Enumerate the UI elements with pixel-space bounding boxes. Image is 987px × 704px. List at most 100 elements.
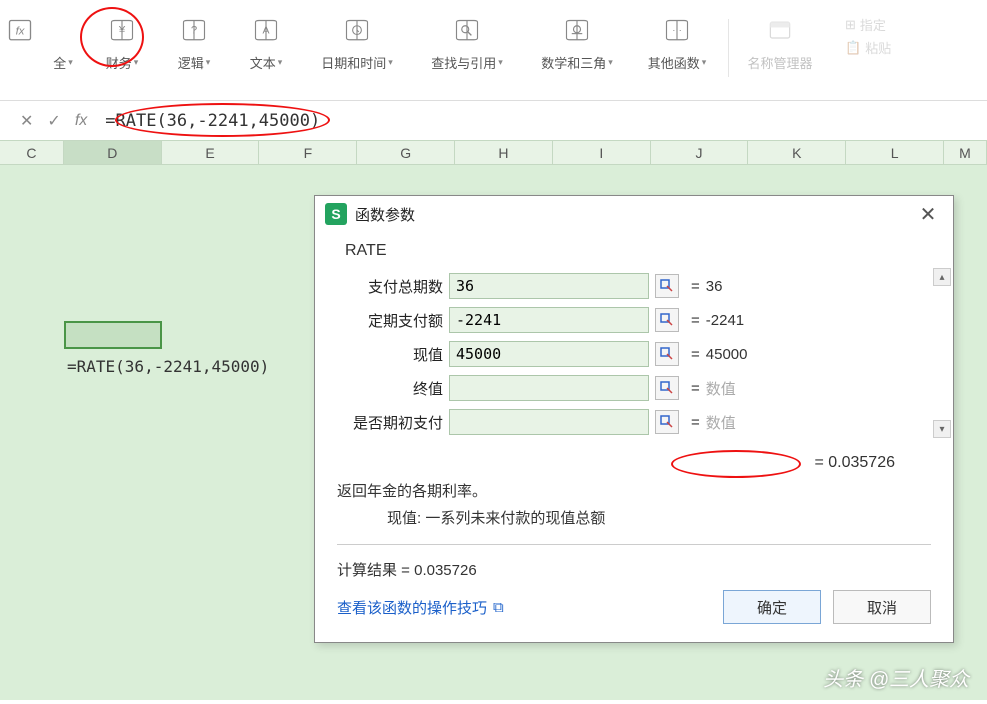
dialog-title-bar[interactable]: S 函数参数 ✕ — [315, 196, 953, 232]
col-header[interactable]: E — [162, 141, 260, 164]
equals-sign: = — [691, 278, 700, 295]
app-icon: S — [325, 203, 347, 225]
external-icon: ⧉ — [493, 599, 504, 616]
col-header[interactable]: I — [553, 141, 651, 164]
datetime-functions-button[interactable]: 日期和时间▾ — [302, 15, 412, 72]
watermark: 头条 @三人聚众 — [823, 663, 969, 692]
chevron-down-icon: ▾ — [134, 57, 139, 68]
close-icon[interactable]: ✕ — [913, 199, 943, 229]
svg-text:?: ? — [191, 25, 197, 37]
finance-label: 财务 — [106, 53, 132, 72]
svg-text:fx: fx — [16, 26, 26, 38]
chevron-down-icon: ▾ — [68, 57, 73, 68]
equals-sign: = — [691, 380, 700, 397]
svg-text:···: ··· — [672, 25, 682, 36]
fx-icon[interactable]: fx — [75, 112, 87, 130]
help-link[interactable]: 查看该函数的操作技巧 ⧉ — [337, 597, 504, 618]
range-select-button[interactable] — [655, 274, 679, 298]
all-label: 全 — [53, 53, 66, 72]
equals-sign: = — [691, 312, 700, 329]
range-select-button[interactable] — [655, 410, 679, 434]
param-label-fv: 终值 — [337, 378, 449, 399]
ribbon-right-group: ⊞指定 📋粘贴 — [845, 15, 891, 57]
param-description: 现值: 一系列未来付款的现值总额 — [337, 507, 931, 538]
other-label: 其他函数 — [648, 53, 700, 72]
specify-button: ⊞指定 — [845, 15, 891, 34]
calculation-result: 计算结果 = 0.035726 — [337, 555, 931, 590]
logic-functions-button[interactable]: ? 逻辑▾ — [158, 15, 230, 72]
col-header[interactable]: H — [455, 141, 553, 164]
clipboard-icon: 📋 — [845, 40, 861, 56]
ok-button[interactable]: 确定 — [723, 590, 821, 624]
dialog-separator — [337, 544, 931, 545]
param-label-nper: 支付总期数 — [337, 276, 449, 297]
text-functions-button[interactable]: A 文本▾ — [230, 15, 302, 72]
formula-bar: ✕ ✓ fx =RATE(36,-2241,45000) — [0, 100, 987, 140]
param-input-nper[interactable] — [449, 273, 649, 299]
insert-function-button[interactable]: fx — [0, 15, 40, 47]
all-functions-button[interactable]: 全▾ — [40, 15, 86, 72]
finance-functions-button[interactable]: ¥ 财务▾ — [86, 15, 158, 72]
col-header[interactable]: M — [944, 141, 987, 164]
ribbon-divider — [728, 19, 729, 77]
chevron-down-icon: ▾ — [498, 57, 503, 68]
col-header[interactable]: G — [357, 141, 455, 164]
name-manager-label: 名称管理器 — [747, 53, 812, 72]
equals-sign: = — [691, 414, 700, 431]
param-input-pv[interactable] — [449, 341, 649, 367]
scroll-up-icon[interactable]: ▴ — [933, 268, 951, 286]
param-eval-fv: 数值 — [706, 378, 736, 399]
param-input-pmt[interactable] — [449, 307, 649, 333]
result-preview: = 0.035726 — [337, 440, 931, 478]
param-eval-pmt: -2241 — [706, 312, 744, 329]
formula-input[interactable]: =RATE(36,-2241,45000) — [97, 106, 977, 136]
math-label: 数学和三角 — [541, 53, 606, 72]
param-eval-nper: 36 — [706, 278, 723, 295]
param-label-pmt: 定期支付额 — [337, 310, 449, 331]
table-icon: ⊞ — [845, 17, 856, 33]
lookup-label: 查找与引用 — [431, 53, 496, 72]
param-input-fv[interactable] — [449, 375, 649, 401]
column-headers: C D E F G H I J K L M — [0, 141, 987, 165]
col-header[interactable]: C — [0, 141, 64, 164]
chevron-down-icon: ▾ — [388, 57, 393, 68]
lookup-functions-button[interactable]: 查找与引用▾ — [412, 15, 522, 72]
math-functions-button[interactable]: 数学和三角▾ — [522, 15, 632, 72]
chevron-down-icon: ▾ — [608, 57, 613, 68]
col-header[interactable]: D — [64, 141, 162, 164]
param-label-type: 是否期初支付 — [337, 412, 449, 433]
chevron-down-icon: ▾ — [702, 57, 707, 68]
paste-button: 📋粘贴 — [845, 38, 891, 57]
yen-icon: ¥ — [118, 25, 126, 37]
cancel-formula-icon[interactable]: ✕ — [20, 111, 33, 131]
text-label: 文本 — [250, 53, 276, 72]
chevron-down-icon: ▾ — [206, 57, 211, 68]
range-select-button[interactable] — [655, 308, 679, 332]
function-arguments-dialog: S 函数参数 ✕ RATE ▴ ▾ 支付总期数 = 36 定期支付额 = -22… — [314, 195, 954, 643]
scroll-down-icon[interactable]: ▾ — [933, 420, 951, 438]
accept-formula-icon[interactable]: ✓ — [47, 111, 60, 131]
col-header[interactable]: K — [748, 141, 846, 164]
name-manager-button: 名称管理器 — [735, 15, 825, 72]
cell-formula-echo: =RATE(36,-2241,45000) — [67, 357, 269, 376]
param-input-type[interactable] — [449, 409, 649, 435]
datetime-label: 日期和时间 — [321, 53, 386, 72]
function-description: 返回年金的各期利率。 — [337, 478, 931, 507]
range-select-button[interactable] — [655, 342, 679, 366]
highlight-ellipse-result — [671, 450, 801, 478]
range-select-button[interactable] — [655, 376, 679, 400]
dialog-title: 函数参数 — [355, 204, 913, 225]
param-label-pv: 现值 — [337, 344, 449, 365]
cancel-button[interactable]: 取消 — [833, 590, 931, 624]
svg-text:A: A — [262, 25, 269, 37]
logic-label: 逻辑 — [178, 53, 204, 72]
param-eval-type: 数值 — [706, 412, 736, 433]
active-cell[interactable] — [64, 321, 162, 349]
col-header[interactable]: J — [651, 141, 749, 164]
other-functions-button[interactable]: ··· 其他函数▾ — [632, 15, 722, 72]
param-eval-pv: 45000 — [706, 346, 748, 363]
ribbon-toolbar: fx 全▾ ¥ 财务▾ ? 逻辑▾ A 文本▾ 日期和时间▾ 查找与引用▾ 数学… — [0, 0, 987, 100]
col-header[interactable]: F — [259, 141, 357, 164]
col-header[interactable]: L — [846, 141, 944, 164]
chevron-down-icon: ▾ — [278, 57, 283, 68]
